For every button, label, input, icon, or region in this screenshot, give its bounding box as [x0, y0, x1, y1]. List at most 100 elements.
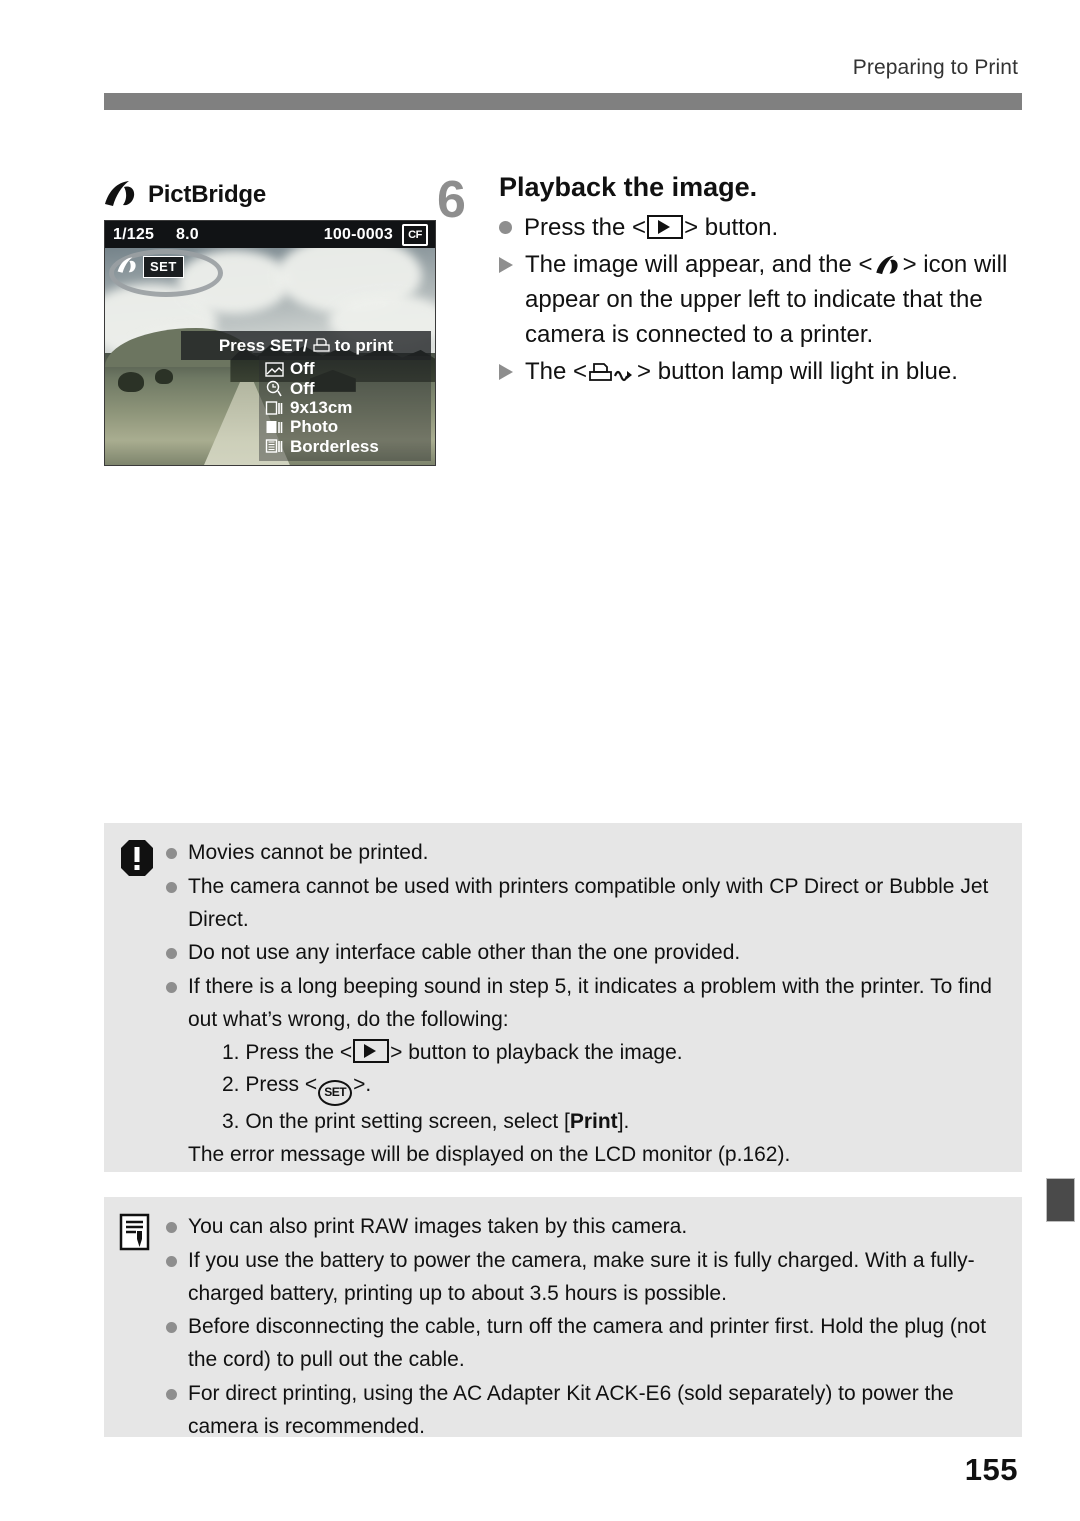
bullet-dot-icon [166, 1255, 177, 1267]
page-number: 155 [964, 1452, 1018, 1487]
bullet-triangle-icon [499, 364, 513, 381]
banner-prefix: Press SET/ [218, 335, 308, 355]
setting-value: 9x13cm [290, 397, 353, 417]
aperture-value: 8.0 [176, 225, 199, 243]
setting-value: Photo [290, 417, 339, 437]
bullet-dot-icon [166, 848, 177, 859]
step-title: Playback the image. [499, 172, 758, 202]
pictbridge-label: PictBridge [148, 181, 267, 208]
setting-date-imprint: Off [265, 378, 425, 398]
note-item: Movies cannot be printed. [166, 837, 1006, 870]
step-item: The < > button lamp will light in blue. [499, 354, 1022, 389]
note-text: For direct printing, using the AC Adapte… [188, 1381, 954, 1438]
note-list: You can also print RAW images taken by t… [166, 1197, 1022, 1443]
note-item: The camera cannot be used with printers … [166, 871, 1006, 937]
note-item: If you use the battery to power the came… [166, 1245, 1006, 1311]
paper-size-icon [265, 400, 283, 415]
note-item-body: If there is a long beeping sound in step… [188, 971, 1006, 1172]
step-text-prefix: The image will appear, and the < [525, 251, 873, 279]
caution-box: Movies cannot be printed. The camera can… [104, 823, 1022, 1172]
note-item: Do not use any interface cable other tha… [166, 937, 1006, 970]
chapter-tab-marker [1046, 1178, 1075, 1222]
bullet-dot-icon [166, 881, 177, 893]
set-indicator: SET [143, 256, 184, 278]
setting-print-effect: Off [265, 359, 425, 378]
photo-bush [118, 371, 145, 392]
print-settings-panel: Off Off 9x13cm Photo Borderless [259, 356, 431, 461]
note-icon [119, 1213, 150, 1251]
pictbridge-connected-icon [117, 257, 136, 273]
substep-prefix: 2. Press < [222, 1073, 318, 1097]
step-text-suffix: > button lamp will light in blue. [637, 358, 958, 386]
note-text: You can also print RAW images taken by t… [188, 1215, 688, 1238]
note-text: The camera cannot be used with printers … [188, 874, 989, 931]
note-box: You can also print RAW images taken by t… [104, 1197, 1022, 1438]
substep-suffix: >. [353, 1073, 372, 1097]
pictbridge-logo: PictBridge [104, 178, 434, 212]
substep-prefix: 1. Press the < [222, 1040, 353, 1064]
note-item: Before disconnecting the cable, turn off… [166, 1311, 1006, 1377]
bullet-triangle-icon [499, 257, 513, 274]
substep-suffix: > button to playback the image. [390, 1040, 683, 1064]
camera-lcd-screen: 1/125 8.0 100-0003 CF SET Press SET/ to … [104, 220, 436, 466]
troubleshoot-steps: 1. Press the < > button to playback the i… [222, 1037, 1006, 1140]
substep-prefix: 3. On the print setting screen, select [ [222, 1110, 570, 1134]
setting-paper-type: Photo [265, 417, 425, 437]
pictbridge-icon [105, 181, 135, 206]
step-item: The image will appear, and the < > icon w… [499, 247, 1022, 352]
photo-bush [154, 369, 173, 385]
print-effect-icon [265, 362, 284, 377]
page-layout-icon [265, 439, 283, 454]
playback-icon [353, 1038, 390, 1063]
troubleshoot-step-2: 2. Press < SET >. [222, 1069, 1006, 1107]
setting-page-layout: Borderless [265, 436, 425, 456]
bullet-dot-icon [166, 1388, 177, 1400]
bullet-dot-icon [166, 1322, 177, 1334]
step-instruction-list: Press the < > button. The image will appe… [499, 210, 1022, 389]
note-text: Do not use any interface cable other tha… [188, 941, 741, 965]
bullet-dot-icon [499, 221, 512, 235]
setting-value: Off [290, 378, 315, 398]
step-item-text: The < > button lamp will light in blue. [525, 354, 958, 389]
troubleshoot-step-3: 3. On the print setting screen, select [… [222, 1106, 1006, 1139]
bullet-dot-icon [166, 948, 177, 960]
running-header: Preparing to Print [852, 56, 1018, 79]
note-text: Movies cannot be printed. [188, 841, 429, 864]
note-item: For direct printing, using the AC Adapte… [166, 1378, 1006, 1444]
bullet-dot-icon [166, 982, 177, 993]
note-text: If there is a long beeping sound in step… [188, 975, 992, 1031]
step-text-prefix: Press the < [524, 214, 647, 242]
note-text: If you use the battery to power the came… [188, 1248, 975, 1305]
step-text-suffix: > button. [684, 214, 779, 242]
step-item: Press the < > button. [499, 210, 1022, 245]
caution-icon [121, 840, 153, 876]
header-rule [104, 93, 1022, 110]
bullet-dot-icon [166, 1222, 177, 1233]
playback-icon [647, 215, 684, 240]
substep-suffix: ]. [617, 1110, 630, 1134]
date-imprint-icon [266, 381, 282, 397]
step-block: 6 Playback the image. Press the < > butto… [437, 172, 1022, 391]
caution-list: Movies cannot be printed. The camera can… [166, 823, 1022, 1172]
setting-value: Borderless [290, 436, 379, 456]
shutter-speed-value: 1/125 [113, 225, 155, 243]
note-item: You can also print RAW images taken by t… [166, 1211, 1006, 1244]
step-item-text: The image will appear, and the < > icon w… [525, 247, 1022, 352]
lcd-figure: PictBridge 1/125 8.0 100-0003 CF SET Pre… [104, 178, 436, 466]
file-number-value: 100-0003 [323, 225, 393, 243]
note-item: If there is a long beeping sound in step… [166, 971, 1006, 1172]
note-text: Before disconnecting the cable, turn off… [188, 1315, 987, 1371]
banner-suffix: to print [334, 335, 394, 355]
cf-card-icon: CF [402, 223, 428, 246]
error-message-note: The error message will be displayed on t… [188, 1143, 791, 1166]
pictbridge-icon [875, 255, 898, 275]
set-button-icon: SET [318, 1080, 353, 1107]
troubleshoot-step-1: 1. Press the < > button to playback the i… [222, 1037, 1006, 1070]
setting-paper-size: 9x13cm [265, 397, 425, 417]
direct-print-icon [312, 338, 330, 352]
direct-print-icon [589, 363, 633, 382]
print-menu-label: Print [569, 1110, 618, 1134]
lcd-status-bar: 1/125 8.0 100-0003 CF [105, 221, 435, 248]
step-item-text: Press the < > button. [524, 210, 778, 245]
paper-type-icon [266, 420, 283, 433]
